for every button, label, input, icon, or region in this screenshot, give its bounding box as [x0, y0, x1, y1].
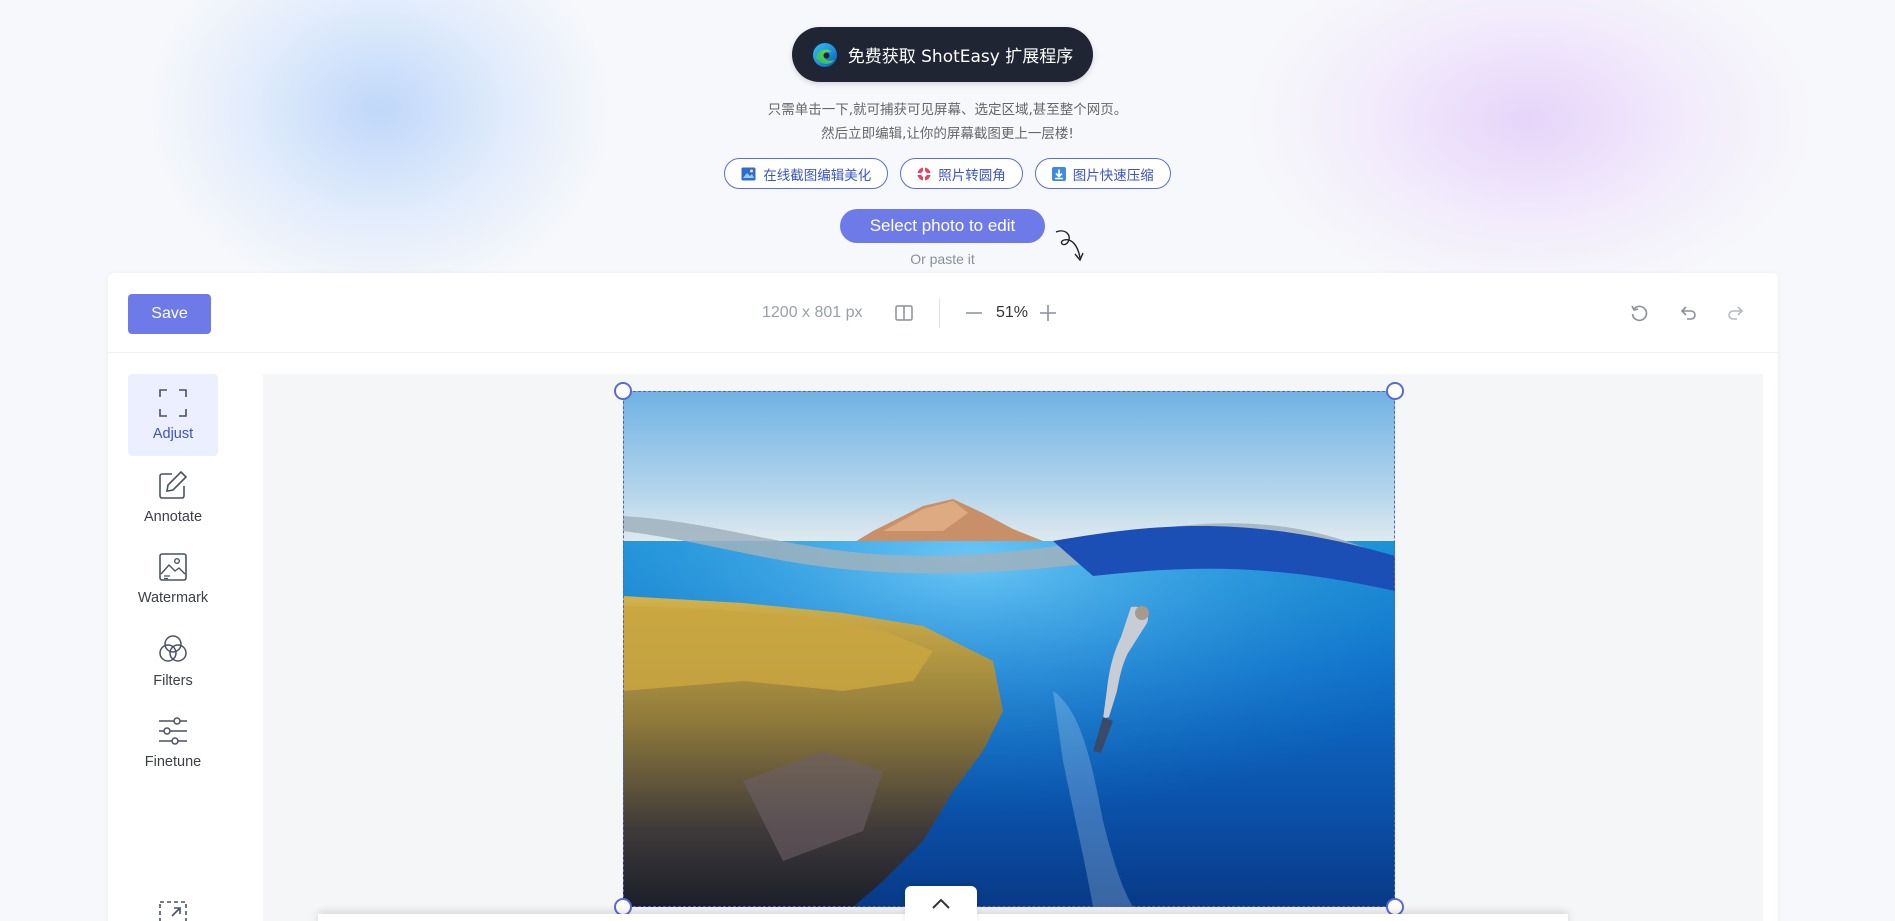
extension-label: 免费获取 ShotEasy 扩展程序	[847, 47, 1074, 67]
sidebar-item-adjust[interactable]: Adjust	[128, 374, 218, 456]
link-compress[interactable]: 图片快速压缩	[1034, 158, 1171, 189]
link-rounded-corners[interactable]: 照片转圆角	[900, 158, 1023, 189]
lifebuoy-icon	[917, 167, 931, 180]
color-circles-icon	[159, 635, 187, 662]
chevron-up-icon	[932, 898, 950, 909]
reset-icon[interactable]	[1629, 303, 1649, 323]
sidebar-item-label: Adjust	[152, 426, 194, 442]
resize-icon[interactable]	[158, 900, 188, 921]
link-online-editor[interactable]: 在线截图编辑美化	[724, 158, 889, 189]
sidebar-item-label: Finetune	[144, 754, 202, 770]
zoom-level: 51%	[996, 304, 1029, 321]
image-dimensions: 1200 x 801 px	[762, 304, 863, 321]
sidebar-item-label: Watermark	[137, 590, 209, 606]
sliders-icon	[159, 717, 187, 745]
zoom-out-icon[interactable]	[964, 303, 984, 323]
crop-handle-top-left[interactable]	[614, 382, 632, 400]
image-edit-icon	[741, 167, 756, 180]
redo-icon[interactable]	[1726, 303, 1746, 323]
sidebar-item-watermark[interactable]: Watermark	[128, 538, 218, 620]
curly-arrow-icon	[1055, 230, 1084, 262]
save-button[interactable]: Save	[128, 294, 211, 334]
crop-handle-top-right[interactable]	[1386, 382, 1404, 400]
expand-panel-button[interactable]	[905, 886, 977, 921]
tagline-line-1: 只需单击一下,就可捕获可见屏幕、选定区域,甚至整个网页。	[767, 102, 1128, 118]
link-label: 照片转圆角	[938, 167, 1006, 184]
crop-corners-icon	[159, 389, 187, 417]
compare-icon[interactable]	[894, 303, 914, 323]
tool-links: 在线截图编辑美化 照片转圆角 图片快速压缩	[0, 158, 1895, 189]
editor-toolbar: Save 1200 x 801 px 51%	[108, 273, 1778, 353]
tool-sidebar: Adjust Annotate Watermark Filters Finetu…	[108, 354, 243, 921]
get-extension-button[interactable]: 免费获取 ShotEasy 扩展程序	[792, 27, 1093, 82]
pencil-edit-icon	[159, 470, 188, 499]
sidebar-item-filters[interactable]: Filters	[128, 620, 218, 702]
photo-crop-area[interactable]	[614, 382, 1404, 916]
select-photo-button[interactable]: Select photo to edit	[840, 209, 1045, 243]
crop-frame[interactable]	[623, 391, 1395, 907]
edge-browser-icon	[812, 42, 837, 67]
sidebar-item-annotate[interactable]: Annotate	[128, 456, 218, 538]
sidebar-item-label: Filters	[153, 673, 193, 689]
link-label: 在线截图编辑美化	[763, 167, 872, 184]
tagline-line-2: 然后立即编辑,让你的屏幕截图更上一层楼!	[821, 126, 1074, 142]
link-label: 图片快速压缩	[1072, 167, 1154, 184]
sidebar-item-label: Annotate	[143, 509, 203, 525]
undo-icon[interactable]	[1678, 303, 1698, 323]
sidebar-item-finetune[interactable]: Finetune	[128, 702, 218, 784]
zoom-in-icon[interactable]	[1038, 303, 1058, 323]
paste-hint: Or paste it	[910, 251, 975, 267]
promo-header: 免费获取 ShotEasy 扩展程序 只需单击一下,就可捕获可见屏幕、选定区域,…	[0, 0, 1895, 270]
toolbar-divider	[939, 298, 940, 328]
image-watermark-icon	[159, 553, 187, 581]
download-icon	[1051, 166, 1066, 181]
